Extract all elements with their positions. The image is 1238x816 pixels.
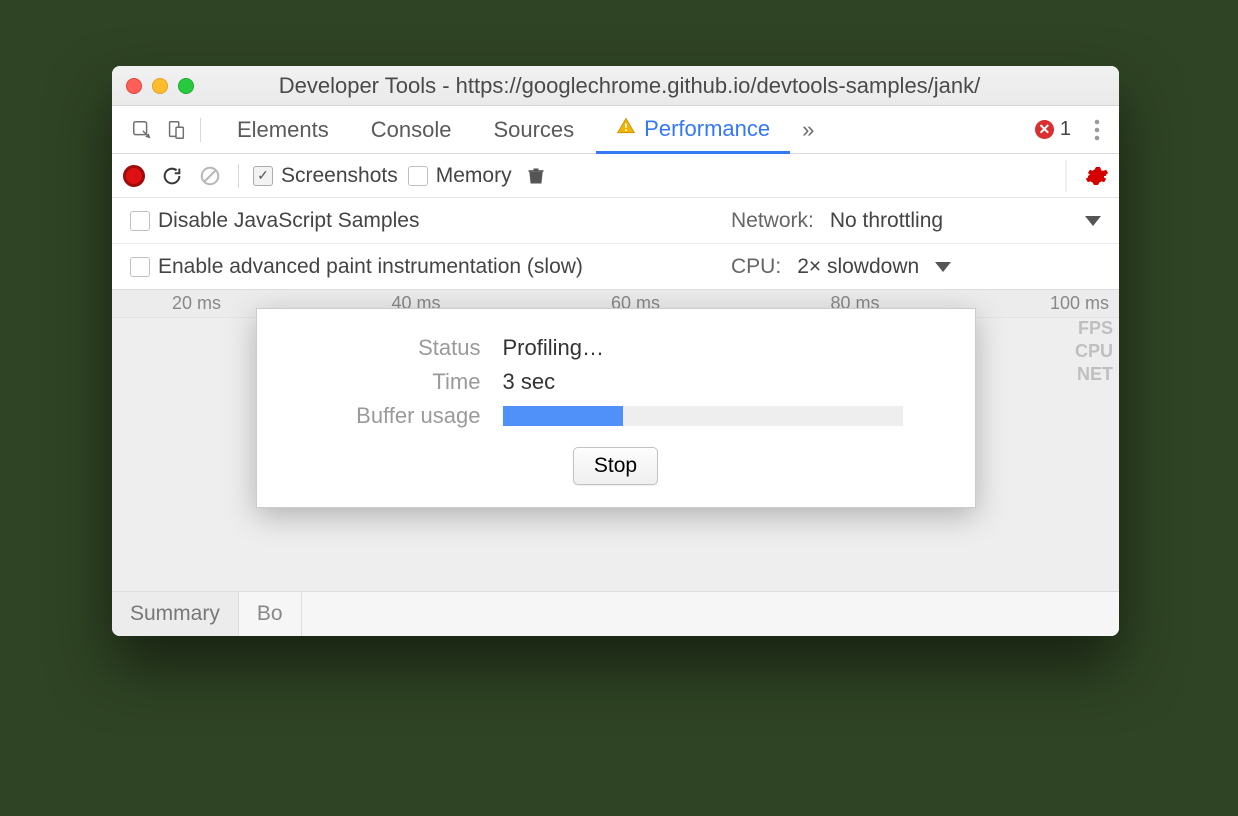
reload-button[interactable]	[158, 162, 186, 190]
garbage-collect-button[interactable]	[522, 162, 550, 190]
checkbox-icon	[253, 166, 273, 186]
window-title: Developer Tools - https://googlechrome.g…	[154, 73, 1105, 99]
chevron-down-icon	[935, 262, 951, 272]
disable-js-samples-checkbox[interactable]: Disable JavaScript Samples	[130, 209, 419, 233]
record-button[interactable]	[120, 162, 148, 190]
chevron-down-icon	[1085, 216, 1101, 226]
status-value: Profiling…	[503, 335, 604, 361]
network-throttling-dropdown[interactable]: Network: No throttling	[731, 209, 1101, 233]
dialog-buffer-row: Buffer usage	[291, 403, 941, 429]
buffer-progress	[503, 406, 903, 426]
profiling-dialog: Status Profiling… Time 3 sec Buffer usag…	[256, 308, 976, 508]
checkbox-icon	[408, 166, 428, 186]
checkbox-icon	[130, 257, 150, 277]
tab-truncated[interactable]: Bo	[239, 592, 302, 636]
close-window-button[interactable]	[126, 78, 142, 94]
memory-checkbox[interactable]: Memory	[408, 164, 512, 188]
warning-icon	[616, 116, 636, 142]
screenshots-checkbox[interactable]: Screenshots	[253, 164, 398, 188]
inspect-element-icon[interactable]	[128, 116, 156, 144]
devtools-window: Developer Tools - https://googlechrome.g…	[112, 66, 1119, 636]
time-value: 3 sec	[503, 369, 556, 395]
tab-elements[interactable]: Elements	[217, 106, 349, 153]
paint-instrumentation-checkbox[interactable]: Enable advanced paint instrumentation (s…	[130, 255, 583, 279]
stop-button[interactable]: Stop	[573, 447, 658, 485]
tab-overflow[interactable]: »	[792, 106, 824, 153]
perf-toolbar: Screenshots Memory	[112, 154, 1119, 198]
settings-row-1: Disable JavaScript Samples Network: No t…	[112, 198, 1119, 244]
dialog-status-row: Status Profiling…	[291, 335, 941, 361]
tab-performance[interactable]: Performance	[596, 106, 790, 154]
tab-console[interactable]: Console	[351, 106, 472, 153]
settings-row-2: Enable advanced paint instrumentation (s…	[112, 244, 1119, 290]
titlebar: Developer Tools - https://googlechrome.g…	[112, 66, 1119, 106]
device-toolbar-icon[interactable]	[162, 116, 190, 144]
divider	[200, 118, 201, 142]
tab-summary[interactable]: Summary	[112, 592, 239, 636]
clear-button[interactable]	[196, 162, 224, 190]
divider	[238, 164, 239, 188]
timeline-area: 20 ms 40 ms 60 ms 80 ms 100 ms FPS CPU N…	[112, 290, 1119, 636]
checkbox-icon	[130, 211, 150, 231]
tab-sources[interactable]: Sources	[473, 106, 594, 153]
cpu-throttling-dropdown[interactable]: CPU: 2× slowdown	[731, 255, 1101, 279]
main-tabbar: Elements Console Sources Performance » ✕…	[112, 106, 1119, 154]
divider	[1065, 160, 1067, 192]
error-count-badge[interactable]: ✕ 1	[1027, 106, 1079, 153]
lane-labels: FPS CPU NET	[1075, 318, 1113, 385]
chevron-right-double-icon: »	[802, 117, 814, 143]
capture-settings-button[interactable]	[1083, 162, 1111, 190]
more-options-icon[interactable]	[1081, 106, 1113, 153]
error-icon: ✕	[1035, 120, 1054, 139]
details-tabbar: Summary Bo	[112, 591, 1119, 636]
dialog-time-row: Time 3 sec	[291, 369, 941, 395]
